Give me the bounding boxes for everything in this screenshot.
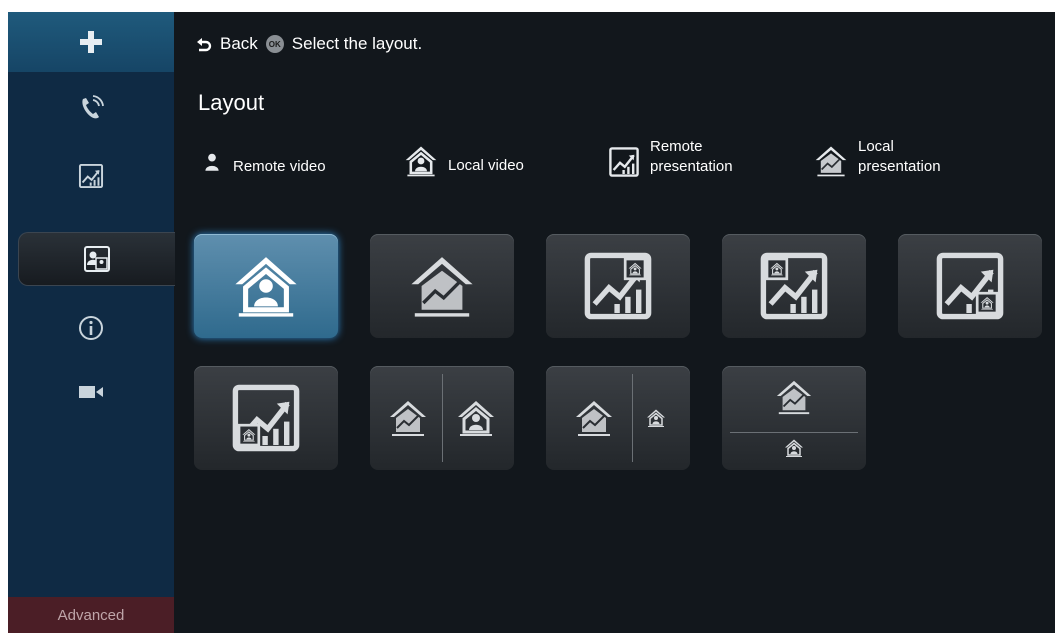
layout-option-1[interactable] (194, 234, 338, 338)
add-button[interactable] (8, 12, 174, 72)
app-window: Advanced Back OK Select the layout. Layo… (8, 12, 1055, 633)
legend-remote-presentation: Remote presentation (608, 136, 733, 178)
back-label: Back (220, 34, 258, 53)
legend-local-presentation: Local presentation (814, 136, 941, 178)
house-person-icon (456, 398, 496, 438)
legend-local-video: Local video (404, 144, 524, 178)
house-chart-icon (775, 378, 813, 416)
layout-option-8[interactable] (546, 366, 690, 470)
house-person-icon (646, 408, 666, 428)
chart-pip-bottom-left-icon (230, 382, 302, 454)
sidebar-item-layout[interactable] (18, 232, 175, 286)
sidebar-item-info[interactable] (8, 304, 174, 352)
layout-option-9[interactable] (722, 366, 866, 470)
instruction-text: Select the layout. (291, 34, 423, 53)
chart-pip-bottom-right-icon (934, 250, 1006, 322)
house-chart-icon (814, 144, 848, 178)
layout-option-3[interactable] (546, 234, 690, 338)
camera-icon (79, 386, 103, 398)
house-chart-icon (388, 398, 428, 438)
legend-remote-video: Remote video (201, 144, 326, 180)
topbar: Back OK Select the layout. (196, 34, 422, 54)
back-button[interactable]: Back (196, 34, 258, 54)
house-person-icon (232, 252, 300, 320)
split-divider (632, 374, 633, 462)
sidebar-item-presentation[interactable] (8, 152, 174, 200)
chart-frame-icon (608, 146, 640, 178)
split-divider (442, 374, 443, 462)
layout-option-4[interactable] (722, 234, 866, 338)
sidebar-item-calls[interactable] (8, 84, 174, 132)
house-person-icon (404, 144, 438, 178)
info-icon (79, 316, 103, 340)
house-chart-icon (408, 252, 476, 320)
legend-label: Remote presentation (650, 138, 733, 175)
legend-label: Local presentation (858, 138, 941, 175)
page-title: Layout (198, 90, 265, 115)
layout-option-6[interactable] (194, 366, 338, 470)
sidebar-item-camera[interactable] (8, 368, 174, 416)
house-person-icon (784, 438, 804, 458)
back-arrow-icon (197, 38, 212, 52)
plus-icon (80, 31, 102, 53)
ok-icon: OK (265, 35, 284, 53)
layout-option-2[interactable] (370, 234, 514, 338)
house-chart-icon (574, 398, 614, 438)
layout-option-7[interactable] (370, 366, 514, 470)
person-icon (201, 144, 223, 180)
phone-icon (82, 95, 104, 119)
legend-label: Local video (448, 157, 524, 174)
advanced-button[interactable]: Advanced (8, 597, 174, 633)
chart-icon (78, 163, 104, 189)
chart-pip-top-left-icon (758, 250, 830, 322)
layout-option-5[interactable] (898, 234, 1042, 338)
chart-pip-top-right-icon (582, 250, 654, 322)
split-divider (730, 432, 858, 433)
layout-icon (84, 246, 110, 272)
sidebar: Advanced (8, 12, 175, 633)
legend-label: Remote video (233, 158, 326, 175)
